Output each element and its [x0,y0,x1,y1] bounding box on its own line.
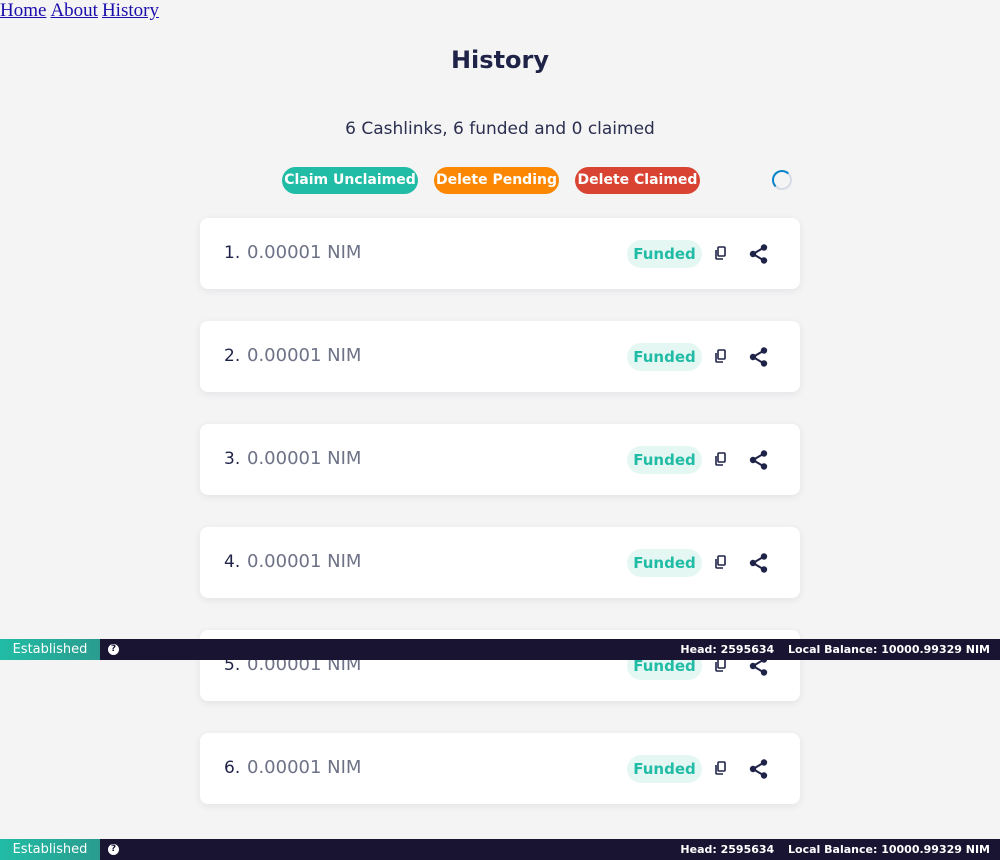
head-height: Head: 2595634 [680,643,775,656]
delete-pending-button[interactable]: Delete Pending [434,167,559,194]
status-info: Head: 2595634 Local Balance: 10000.99329… [670,839,990,860]
cashlink-amount: 0.00001 NIM [247,448,362,469]
cashlink-index: 2. [224,346,241,366]
status-bar-bottom: Established ? Head: 2595634 Local Balanc… [0,839,1000,860]
nav-home-link[interactable]: Home [0,0,46,21]
local-balance: Local Balance: 10000.99329 NIM [788,643,990,656]
status-badge: Funded [627,755,702,783]
cashlink-card[interactable]: 4. 0.00001 NIM Funded [200,527,800,598]
copy-icon[interactable] [712,759,730,777]
share-icon[interactable] [748,346,770,368]
status-badge: Funded [627,549,702,577]
copy-icon[interactable] [712,553,730,571]
help-icon[interactable]: ? [108,844,119,855]
connection-state: Established [0,839,100,860]
cashlink-index: 6. [224,758,241,778]
cashlink-card[interactable]: 2. 0.00001 NIM Funded [200,321,800,392]
copy-icon[interactable] [712,347,730,365]
cashlink-index: 1. [224,243,241,263]
copy-icon[interactable] [712,244,730,262]
status-badge: Funded [627,343,702,371]
status-info: Head: 2595634 Local Balance: 10000.99329… [670,639,990,660]
cashlink-card[interactable]: 1. 0.00001 NIM Funded [200,218,800,289]
action-bar: Claim Unclaimed Delete Pending Delete Cl… [0,167,1000,195]
status-badge: Funded [627,240,702,268]
nav-about-link[interactable]: About [50,0,98,21]
local-balance: Local Balance: 10000.99329 NIM [788,843,990,856]
share-icon[interactable] [748,552,770,574]
cashlink-amount: 0.00001 NIM [247,551,362,572]
cashlink-index: 3. [224,449,241,469]
share-icon[interactable] [748,449,770,471]
cashlink-amount: 0.00001 NIM [247,757,362,778]
status-bar: Established ? Head: 2595634 Local Balanc… [0,639,1000,660]
nav-history-link[interactable]: History [102,0,159,21]
share-icon[interactable] [748,758,770,780]
delete-claimed-button[interactable]: Delete Claimed [575,167,700,194]
claim-unclaimed-button[interactable]: Claim Unclaimed [282,167,418,194]
top-nav: Home About History [0,0,163,24]
loading-spinner-icon [772,170,792,190]
history-summary: 6 Cashlinks, 6 funded and 0 claimed [345,119,655,139]
page-title: History [450,46,550,74]
help-icon[interactable]: ? [108,644,119,655]
cashlink-index: 4. [224,552,241,572]
head-height: Head: 2595634 [680,843,775,856]
share-icon[interactable] [748,243,770,265]
cashlink-card[interactable]: 6. 0.00001 NIM Funded [200,733,800,804]
cashlink-card[interactable]: 3. 0.00001 NIM Funded [200,424,800,495]
status-badge: Funded [627,446,702,474]
connection-state: Established [0,639,100,660]
cashlink-amount: 0.00001 NIM [247,242,362,263]
cashlink-amount: 0.00001 NIM [247,345,362,366]
copy-icon[interactable] [712,450,730,468]
